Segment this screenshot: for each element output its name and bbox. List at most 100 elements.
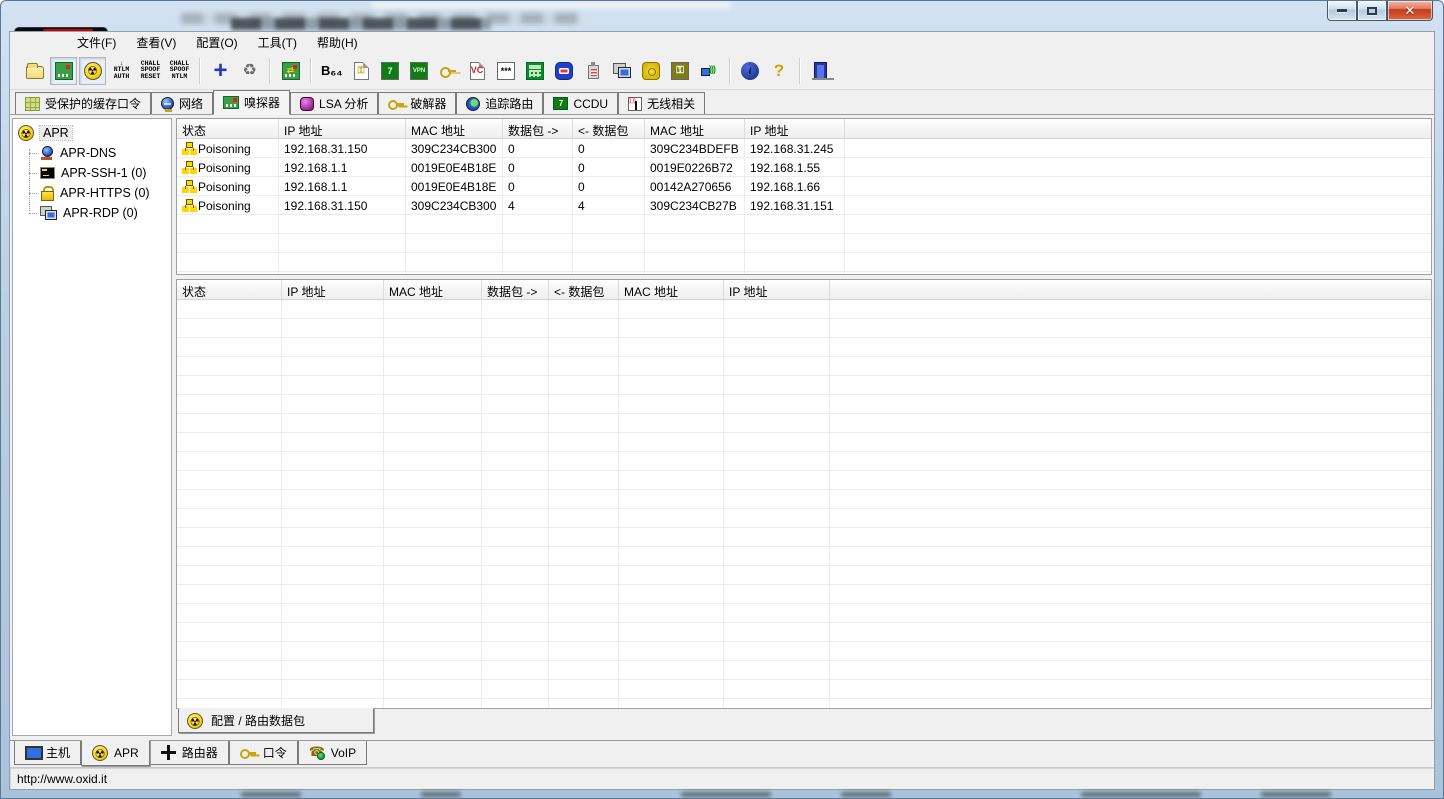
tab-sniffer-label: 嗅探器 — [244, 96, 281, 110]
rsa-token-calculator-button[interactable] — [551, 57, 578, 85]
toolbar-separator — [728, 57, 731, 84]
spectrum-analyzer-button[interactable]: 7 — [377, 57, 404, 85]
column-header[interactable]: IP 地址 — [279, 119, 406, 138]
tab-hosts[interactable]: 主机 — [14, 741, 82, 765]
title-bar[interactable]: ✕ — [1, 1, 1443, 42]
column-header[interactable]: <- 数据包 — [573, 119, 645, 138]
restore-network-card-button[interactable]: ⇄ — [277, 57, 304, 85]
column-header[interactable]: <- 数据包 — [549, 280, 619, 299]
tab-routing[interactable]: 路由器 — [149, 741, 229, 765]
box-revealer-button[interactable] — [696, 57, 723, 85]
vpn-decoder-button[interactable]: VPN — [406, 57, 433, 85]
sniffer-card-icon — [223, 96, 240, 109]
help-button[interactable]: ? — [766, 57, 793, 85]
close-button[interactable]: ✕ — [1387, 1, 1433, 21]
column-header[interactable]: IP 地址 — [724, 280, 830, 299]
column-header[interactable]: IP 地址 — [745, 119, 845, 138]
tab-voip[interactable]: VoIP — [297, 741, 368, 765]
column-header[interactable]: IP 地址 — [282, 280, 384, 299]
routing-cross-icon — [160, 745, 176, 760]
exit-button[interactable] — [807, 57, 834, 85]
tree-apr-rdp[interactable]: APR-RDP (0) — [13, 203, 171, 223]
open-folder-button[interactable] — [21, 57, 48, 85]
menu-help[interactable]: 帮助(H) — [308, 32, 367, 53]
hash-calculator-button[interactable] — [522, 57, 549, 85]
apr-entry-row[interactable]: Poisoning 192.168.31.150 309C234CB300 0 0 309… — [177, 139, 1431, 158]
tab-config-routed-packets[interactable]: 配置 / 路由数据包 — [178, 708, 374, 733]
tab-network[interactable]: 网络 — [151, 92, 214, 114]
tab-sniffer[interactable]: 嗅探器 — [213, 90, 291, 115]
tree-apr-dns-label: APR-DNS — [60, 146, 117, 160]
column-header[interactable]: 数据包 -> — [482, 280, 549, 299]
about-button[interactable]: i — [737, 57, 764, 85]
column-header[interactable]: MAC 地址 — [406, 119, 503, 138]
menu-view[interactable]: 查看(V) — [127, 32, 185, 53]
tab-passwords[interactable]: 口令 — [228, 741, 298, 765]
column-header[interactable]: MAC 地址 — [619, 280, 724, 299]
cell: 192.168.31.151 — [750, 198, 834, 213]
status-url: http://www.oxid.it — [17, 771, 108, 786]
open-folder-icon — [25, 63, 44, 79]
ntlm-auth-button[interactable]: ↓ NTLM AUTH — [108, 57, 135, 85]
cell: 0019E0E4B18E — [411, 160, 497, 175]
minimize-button[interactable] — [1327, 1, 1357, 21]
column-header[interactable]: 状态 — [177, 119, 279, 138]
tab-lsa[interactable]: LSA 分析 — [290, 92, 379, 114]
syskey-decoder-button[interactable] — [580, 57, 607, 85]
start-apr-icon — [83, 61, 102, 80]
blurred-background-window — [371, 1, 731, 9]
start-sniffer-button[interactable] — [50, 56, 77, 85]
chall-spoof-ntlm-button[interactable]: CHALL SPOOF NTLM — [166, 57, 193, 85]
menu-tools[interactable]: 工具(T) — [249, 32, 306, 53]
poisoning-icon — [182, 161, 195, 174]
wireless-key-button[interactable] — [435, 57, 462, 85]
base64-decoder-button[interactable]: B₆₄ — [318, 57, 346, 85]
cell: 00142A270656 — [650, 179, 732, 194]
cell: Poisoning — [177, 196, 279, 215]
tree-apr-ssh1-label: APR-SSH-1 (0) — [61, 166, 147, 180]
tab-ccdu[interactable]: 7 CCDU — [543, 92, 619, 114]
remote-desktop-icon — [613, 62, 631, 80]
rsa-token-calculator-icon — [555, 61, 573, 80]
tree-apr-https[interactable]: APR-HTTPS (0) — [13, 183, 171, 203]
tab-apr[interactable]: APR — [81, 740, 150, 766]
network-globe-icon — [161, 97, 175, 112]
column-header[interactable]: MAC 地址 — [384, 280, 482, 299]
tree-apr-dns[interactable]: APR-DNS — [13, 143, 171, 163]
apr-tree-panel: APR APR-DNS APR-SSH-1 (0) APR-HTTPS (0) APR-… — [12, 118, 172, 736]
chall-spoof-reset-button[interactable]: CHALL SPOOF RESET — [137, 57, 164, 85]
tree-apr[interactable]: APR — [13, 123, 171, 143]
cell: 0 — [578, 141, 585, 156]
maximize-button[interactable] — [1357, 1, 1387, 21]
cisco-vpn-decoder-button[interactable]: VC — [464, 57, 491, 85]
tab-wireless-label: 无线相关 — [647, 97, 696, 111]
menu-config[interactable]: 配置(O) — [187, 32, 246, 53]
pane-tab-label: 配置 / 路由数据包 — [211, 714, 306, 728]
remove-button[interactable]: ♻ — [236, 57, 263, 85]
start-apr-button[interactable] — [79, 56, 106, 85]
tab-traceroute[interactable]: 追踪路由 — [456, 92, 544, 114]
tab-protected-cache[interactable]: 受保护的缓存口令 — [15, 92, 152, 114]
apr-entry-row[interactable]: Poisoning 192.168.1.1 0019E0E4B18E 0 0 00142A… — [177, 177, 1431, 196]
cell: 0 — [508, 160, 515, 175]
remote-desktop-button[interactable] — [609, 57, 636, 85]
apr-entry-row[interactable]: Poisoning 192.168.31.150 309C234CB300 4 4 309… — [177, 196, 1431, 215]
tab-hosts-label: 主机 — [46, 746, 71, 760]
password-reveal-button[interactable]: *** — [493, 57, 520, 85]
column-header[interactable]: 状态 — [177, 280, 282, 299]
cell: Poisoning — [177, 158, 279, 177]
https-lock-icon — [40, 185, 54, 201]
apr-entry-row[interactable]: Poisoning 192.168.1.1 0019E0E4B18E 0 0 0019E0… — [177, 158, 1431, 177]
idle-list-body — [177, 300, 1431, 708]
tab-cracker[interactable]: 破解器 — [378, 92, 457, 114]
tab-wireless[interactable]: 无线相关 — [618, 92, 706, 114]
add-to-list-button[interactable]: + — [207, 57, 234, 85]
abel-button[interactable] — [638, 57, 665, 85]
column-header[interactable]: 数据包 -> — [503, 119, 573, 138]
access-keyfile-decoder-button[interactable]: ⚿ — [348, 57, 375, 85]
column-header[interactable]: MAC 地址 — [645, 119, 745, 138]
menu-file[interactable]: 文件(F) — [68, 32, 125, 53]
cisco-config-decoder-button[interactable]: ⚿ — [667, 57, 694, 85]
tree-apr-ssh1[interactable]: APR-SSH-1 (0) — [13, 163, 171, 183]
access-keyfile-decoder-icon: ⚿ — [353, 61, 369, 80]
